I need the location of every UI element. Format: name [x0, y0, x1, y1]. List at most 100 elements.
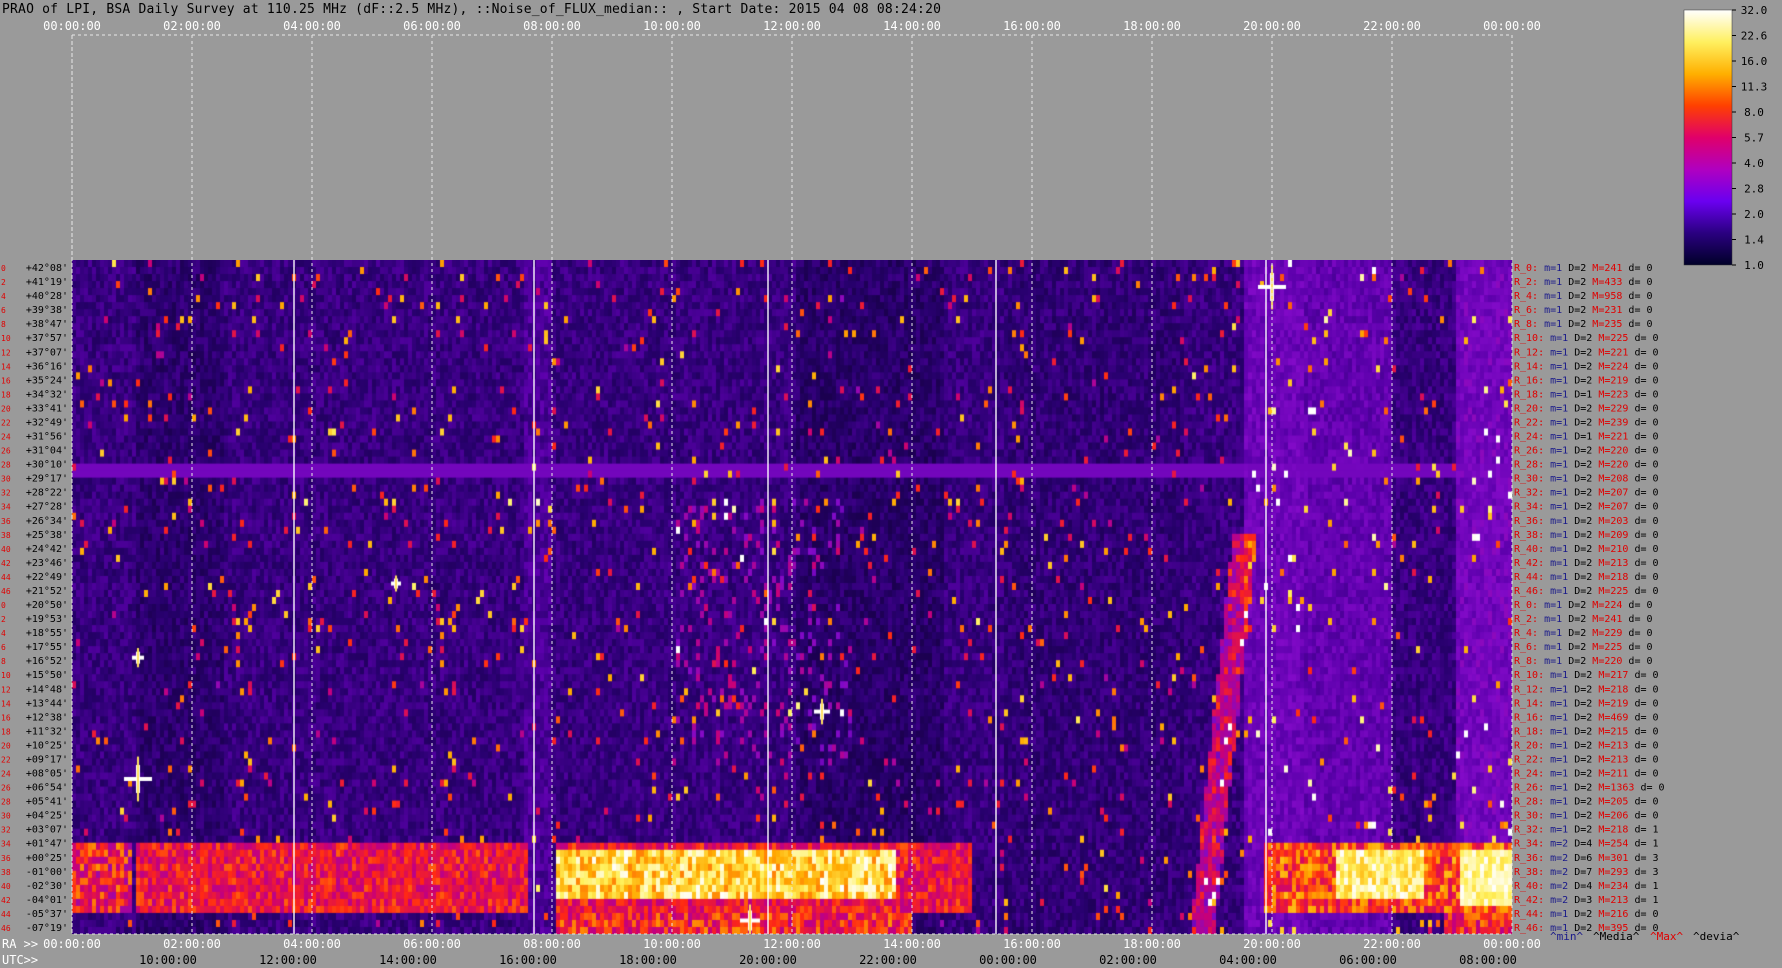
beam-stat-value: 239 — [1610, 417, 1628, 428]
beam-stat-value: 0 — [1653, 446, 1659, 457]
colorbar-tick-label: 2.0 — [1744, 208, 1764, 221]
beam-stat-value: 220 — [1604, 656, 1622, 667]
beam-stat-value: 0 — [1647, 305, 1653, 316]
beam-stat-value: 218 — [1610, 825, 1628, 836]
colorbar-tick-label: 4.0 — [1744, 157, 1764, 170]
dec-label: +25°38' — [26, 530, 68, 541]
beam-stat-row: R_16: m=1 D=2 M=219 d= 0 — [1514, 375, 1659, 386]
beam-stat-value: 231 — [1604, 305, 1622, 316]
beam-stat-value: 0 — [1647, 277, 1653, 288]
beam-stat-value: 1 — [1653, 895, 1659, 906]
beam-stat-value: 223 — [1610, 389, 1628, 400]
beam-stat-value: R_2: — [1514, 277, 1538, 288]
dec-label: +32°49' — [26, 417, 68, 428]
beam-stat-row: R_44: m=1 D=2 M=216 d= 0 — [1514, 909, 1659, 920]
dec-label: +03°07' — [26, 825, 68, 836]
beam-stat-row: R_2: m=1 D=2 M=241 d= 0 — [1514, 614, 1653, 625]
beam-stat-value: 0 — [1647, 263, 1653, 274]
beam-stat-row: R_6: m=1 D=2 M=225 d= 0 — [1514, 642, 1653, 653]
beam-stat-value: R_0: — [1514, 263, 1538, 274]
beam-stat-row: R_34: m=1 D=2 M=207 d= 0 — [1514, 502, 1659, 513]
beam-stat-row: R_10: m=1 D=2 M=225 d= 0 — [1514, 333, 1659, 344]
beam-stat-value: 225 — [1610, 333, 1628, 344]
beam-stat-row: R_14: m=1 D=2 M=219 d= 0 — [1514, 698, 1659, 709]
beam-stat-value: R_42: — [1514, 558, 1544, 569]
beam-stat-row: R_18: m=1 D=2 M=215 d= 0 — [1514, 726, 1659, 737]
beam-stat-value: 0 — [1653, 544, 1659, 555]
beam-stat-row: R_28: m=1 D=2 M=205 d= 0 — [1514, 797, 1659, 808]
beam-index-label: 26 — [1, 447, 11, 456]
beam-stat-row: R_44: m=1 D=2 M=218 d= 0 — [1514, 572, 1659, 583]
beam-stat-value: 229 — [1610, 403, 1628, 414]
beam-stat-value: 0 — [1653, 558, 1659, 569]
beam-stat-value: 0 — [1653, 909, 1659, 920]
dec-label: +35°24' — [26, 375, 68, 386]
beam-index-label: 28 — [1, 461, 11, 470]
beam-stat-row: R_32: m=1 D=2 M=207 d= 0 — [1514, 488, 1659, 499]
beam-index-label: 22 — [1, 755, 11, 764]
beam-stat-value: 958 — [1604, 291, 1622, 302]
beam-stat-row: R_20: m=1 D=2 M=229 d= 0 — [1514, 403, 1659, 414]
colorbar-tick-label: 1.4 — [1744, 234, 1764, 247]
beam-index-label: 6 — [1, 306, 6, 315]
beam-index-label: 42 — [1, 559, 11, 568]
beam-index-label: 8 — [1, 657, 6, 666]
beam-stat-value: 469 — [1610, 712, 1628, 723]
beam-stat-value: R_40: — [1514, 544, 1544, 555]
top-axis-label: 20:00:00 — [1243, 19, 1301, 33]
beam-stat-value: R_30: — [1514, 811, 1544, 822]
beam-index-label: 24 — [1, 433, 11, 442]
beam-stat-value: 0 — [1647, 291, 1653, 302]
beam-stat-row: R_24: m=1 D=1 M=221 d= 0 — [1514, 432, 1659, 443]
beam-stat-value: 0 — [1653, 754, 1659, 765]
beam-stat-value: 3 — [1653, 867, 1659, 878]
beam-index-label: 24 — [1, 770, 11, 779]
beam-index-label: 32 — [1, 489, 11, 498]
beam-stat-row: R_30: m=1 D=2 M=206 d= 0 — [1514, 811, 1659, 822]
beam-index-label: 14 — [1, 699, 11, 708]
beam-index-label: 38 — [1, 868, 11, 877]
utc-axis-label: 10:00:00 — [139, 953, 197, 967]
beam-stat-value: 0 — [1653, 347, 1659, 358]
beam-stat-row: R_34: m=2 D=4 M=254 d= 1 — [1514, 839, 1659, 850]
dec-label: +37°07' — [26, 347, 68, 358]
beam-index-label: 42 — [1, 896, 11, 905]
beam-stat-row: R_42: m=2 D=3 M=213 d= 1 — [1514, 895, 1659, 906]
beam-stat-value: 0 — [1653, 417, 1659, 428]
beam-stat-value: 0 — [1653, 726, 1659, 737]
beam-stat-row: R_36: m=2 D=6 M=301 d= 3 — [1514, 853, 1659, 864]
beam-stat-value: 0 — [1653, 333, 1659, 344]
dec-label: +23°46' — [26, 558, 68, 569]
beam-stat-value: 206 — [1610, 811, 1628, 822]
beam-index-label: 20 — [1, 404, 11, 413]
beam-stat-value: 0 — [1653, 740, 1659, 751]
beam-stat-value: R_38: — [1514, 867, 1544, 878]
beam-stat-value: R_30: — [1514, 474, 1544, 485]
beam-stat-value: R_24: — [1514, 432, 1544, 443]
beam-stat-value: R_36: — [1514, 853, 1544, 864]
dec-label: +30°10' — [26, 460, 68, 471]
dec-label: +24°42' — [26, 544, 68, 555]
beam-stat-value: R_6: — [1514, 642, 1538, 653]
dec-label: +37°57' — [26, 333, 68, 344]
top-axis-label: 12:00:00 — [763, 19, 821, 33]
beam-stat-value: 0 — [1653, 403, 1659, 414]
beam-stat-value: R_28: — [1514, 460, 1544, 471]
beam-stat-row: R_26: m=1 D=2 M=1363 d= 0 — [1514, 783, 1665, 794]
beam-stat-value: 216 — [1610, 909, 1628, 920]
beam-stat-row: R_38: m=2 D=7 M=293 d= 3 — [1514, 867, 1659, 878]
beam-stat-value: R_20: — [1514, 403, 1544, 414]
dec-label: +15°50' — [26, 670, 68, 681]
footer-legend-item: ^Max^ — [1650, 930, 1683, 943]
dec-label: +31°04' — [26, 446, 68, 457]
beam-stat-value: 229 — [1604, 628, 1622, 639]
dec-label: +40°28' — [26, 291, 68, 302]
top-axis-label: 14:00:00 — [883, 19, 941, 33]
beam-index-label: 0 — [1, 601, 6, 610]
beam-index-label: 0 — [1, 264, 6, 273]
colorbar — [1683, 9, 1733, 266]
beam-stat-value: R_10: — [1514, 333, 1544, 344]
dec-label: +38°47' — [26, 319, 68, 330]
dec-label: +29°17' — [26, 474, 68, 485]
top-axis-label: 02:00:00 — [163, 19, 221, 33]
